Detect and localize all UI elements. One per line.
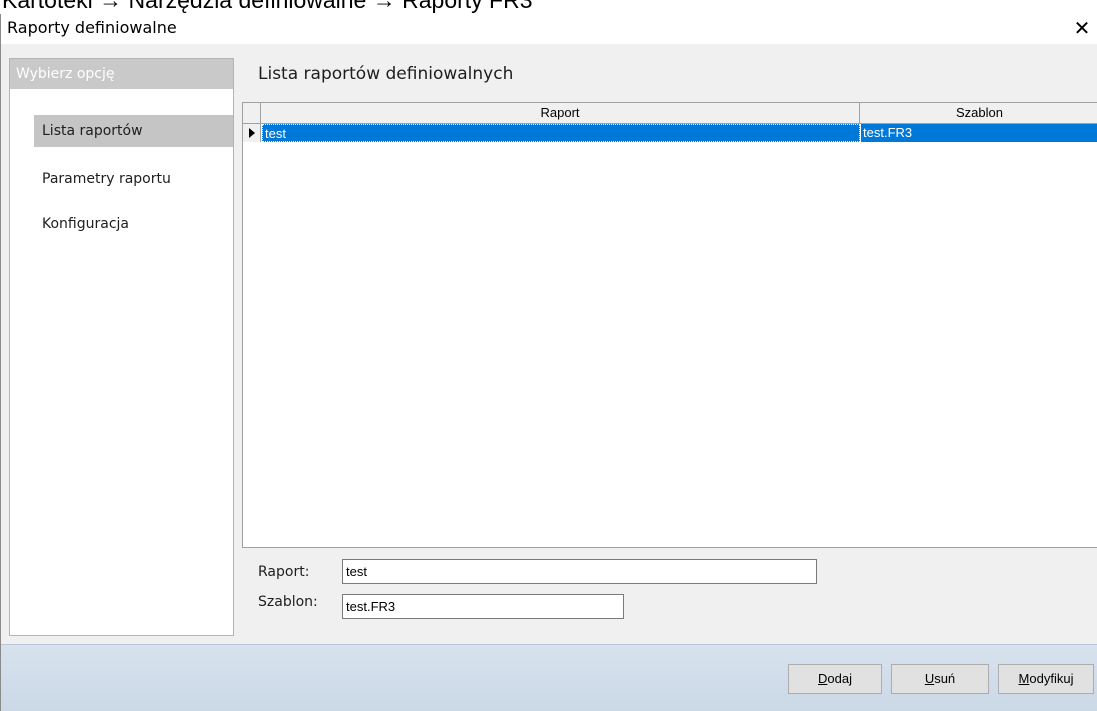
sidebar-item-label: Parametry raportu [42, 171, 171, 187]
raport-field[interactable]: test [342, 559, 817, 584]
sidebar-item-label: Konfiguracja [42, 216, 130, 232]
page-title: Lista raportów definiowalnych [258, 64, 514, 84]
sidebar-divider [10, 89, 233, 90]
sidebar-item-configuration[interactable]: Konfiguracja [34, 208, 233, 240]
delete-button-label: suń [934, 671, 956, 686]
sidebar-header: Wybierz opcję [10, 59, 233, 89]
title-bar: Raporty definiowalne ✕ [1, 14, 1097, 44]
add-button[interactable]: Dodaj [788, 664, 882, 694]
modify-button[interactable]: Modyfikuj [998, 664, 1094, 694]
add-button-label: odaj [827, 671, 852, 686]
add-button-mnemonic: D [818, 671, 828, 686]
window-title: Raporty definiowalne [7, 18, 177, 37]
report-window: Raporty definiowalne ✕ Wybierz opcję Lis… [0, 14, 1097, 711]
column-header-raport[interactable]: Raport [261, 103, 860, 123]
grid-indicator-header [243, 103, 261, 123]
table-row[interactable]: test test.FR3 [243, 124, 1097, 142]
raport-label: Raport: [258, 564, 310, 580]
cell-raport[interactable]: test [262, 124, 860, 142]
modify-button-mnemonic: M [1018, 671, 1030, 686]
sidebar-item-report-list[interactable]: Lista raportów [34, 115, 233, 147]
sidebar-item-label: Lista raportów [42, 123, 143, 139]
button-bar: Dodaj Usuń Modyfikuj [1, 644, 1097, 711]
cell-szablon[interactable]: test.FR3 [861, 124, 1097, 142]
options-sidebar: Wybierz opcję Lista raportów Parametry r… [9, 58, 234, 636]
delete-button[interactable]: Usuń [891, 664, 989, 694]
close-button[interactable]: ✕ [1071, 16, 1093, 40]
szablon-label: Szablon: [258, 594, 318, 610]
delete-button-mnemonic: U [924, 671, 935, 686]
modify-button-label: odyfikuj [1029, 671, 1074, 686]
row-pointer-icon [243, 124, 261, 142]
grid-header: Raport Szablon [243, 103, 1097, 124]
caption-strip: Kartoteki → Narzędzia definiowalne → Rap… [0, 0, 1097, 14]
szablon-field[interactable]: test.FR3 [342, 594, 624, 619]
column-header-szablon[interactable]: Szablon [861, 103, 1097, 123]
sidebar-item-report-parameters[interactable]: Parametry raportu [34, 163, 233, 195]
reports-grid: Raport Szablon test test.FR3 [242, 102, 1097, 548]
caption-text: Kartoteki → Narzędzia definiowalne → Rap… [2, 0, 533, 13]
